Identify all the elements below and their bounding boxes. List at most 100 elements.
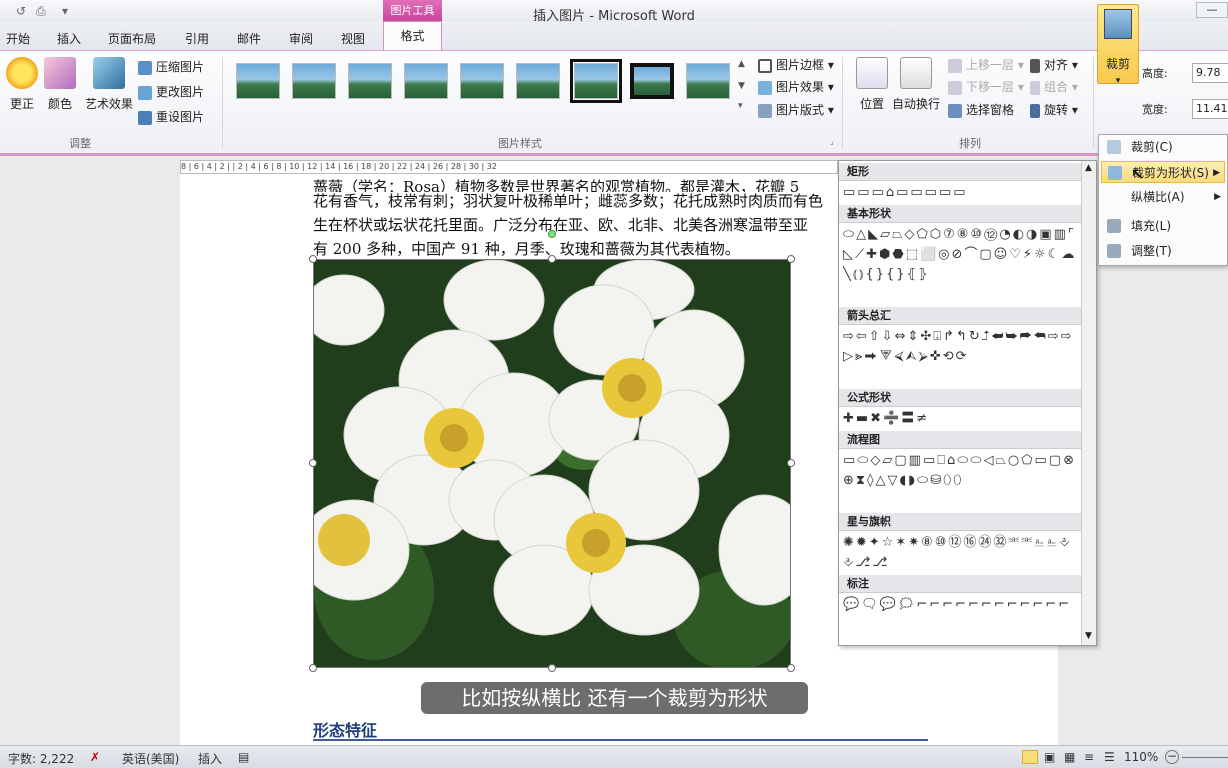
height-input[interactable]: 9.78 [1192, 63, 1228, 83]
macro-icon[interactable]: ▤ [238, 750, 249, 764]
color-button[interactable]: 颜色 [38, 57, 82, 127]
picture-tools-context-tab: 图片工具 [383, 0, 442, 21]
language-indicator[interactable]: 英语(美国) [122, 750, 179, 767]
menu-item-crop-to-shape[interactable]: 裁剪为形状(S) ▶ [1101, 161, 1225, 183]
tab-insert[interactable]: 插入 [57, 30, 81, 47]
resize-handle-br[interactable] [787, 664, 795, 672]
resize-handle-bl[interactable] [309, 664, 317, 672]
gallery-scrollbar[interactable]: ▲ ▼ [1081, 161, 1096, 645]
gallery-scroll-up-icon[interactable]: ▲ [738, 59, 745, 69]
resize-handle-t[interactable] [548, 255, 556, 263]
category-block-arrows: 箭头总汇 [839, 307, 1082, 325]
flowchart-shapes[interactable]: ▭⬭◇▱▢▥▭⎕⌂⬭⬭◁⏢○⬠▭▢⊗⊕⧗◊△▽◖◗⬭⛁⬯⬯ [843, 451, 1083, 511]
group-label-arrange: 排列 [959, 137, 981, 150]
tab-mailings[interactable]: 邮件 [237, 30, 261, 47]
print-layout-view-icon[interactable] [1022, 750, 1038, 764]
body-line-4[interactable]: 有 200 多种，中国产 91 种，月季、玫瑰和蔷薇为其代表植物。 [313, 238, 837, 259]
section-heading[interactable]: 形态特征 [313, 717, 377, 741]
picture-style-1[interactable] [236, 63, 280, 99]
scroll-down-icon[interactable]: ▼ [1085, 631, 1092, 641]
crop-dropdown-menu: 裁剪(C) 裁剪为形状(S) ▶ 纵横比(A) ▶ 填充(L) 调整(T) [1098, 134, 1228, 266]
picture-style-8[interactable] [630, 63, 674, 99]
callout-shapes[interactable]: 💬🗨💬🗯⌐⌐⌐⌐⌐⌐⌐⌐⌐⌐⌐⌐ [843, 595, 1083, 635]
bring-forward-button[interactable]: 上移一层 ▾ [948, 55, 1024, 75]
color-icon [44, 57, 76, 89]
picture-style-7[interactable] [570, 59, 622, 103]
star-banner-shapes[interactable]: ✺✹✦☆✶✷⑧⑩⑫⑯㉔㉜⎃⎃⎁⎁⎀⎀⎇⎇ [843, 533, 1083, 573]
picture-style-4[interactable] [404, 63, 448, 99]
proofing-icon[interactable]: ✗ [90, 750, 100, 764]
change-picture-icon [138, 85, 152, 100]
tab-page-layout[interactable]: 页面布局 [108, 30, 156, 47]
category-equation-shapes: 公式形状 [839, 389, 1082, 407]
menu-item-crop[interactable]: 裁剪(C) [1101, 136, 1225, 158]
tab-references[interactable]: 引用 [185, 30, 209, 47]
equation-shapes[interactable]: ✚▬✖➗〓≠ [843, 409, 1083, 429]
picture-style-2[interactable] [292, 63, 336, 99]
picture-layout-button[interactable]: 图片版式 ▾ [758, 100, 834, 120]
picture-style-6[interactable] [516, 63, 560, 99]
zoom-level[interactable]: 110% [1124, 750, 1158, 764]
change-picture-button[interactable]: 更改图片 [138, 82, 204, 102]
fit-icon [1107, 244, 1121, 258]
basic-shapes[interactable]: ⬭△◣▱⏢◇⬠⬡⑦⑧⑩⑫◔◐◑▣▥⌜◺⟋✚⬢⬣⬚⬜◎⊘⌒▢☺♡⚡☼☾☁╲⦅⦆{}… [843, 225, 1083, 305]
rotate-handle[interactable] [548, 230, 556, 238]
resize-handle-r[interactable] [787, 459, 795, 467]
dialog-launcher-icon[interactable]: ⌟ [830, 137, 834, 146]
align-button[interactable]: 对齐 ▾ [1030, 55, 1078, 75]
status-bar: 字数: 2,222 ✗ 英语(美国) 插入 ▤ ▣ ▦ ≡ ☰ 110% − [0, 745, 1228, 768]
crop-button[interactable]: 裁剪 ▾ [1097, 4, 1139, 86]
picture-style-5[interactable] [460, 63, 504, 99]
picture-effects-button[interactable]: 图片效果 ▾ [758, 77, 834, 97]
send-backward-button[interactable]: 下移一层 ▾ [948, 77, 1024, 97]
outline-view-icon[interactable]: ≡ [1084, 750, 1094, 764]
reset-picture-button[interactable]: 重设图片 [138, 107, 204, 127]
tab-home[interactable]: 开始 [6, 30, 30, 47]
group-button[interactable]: 组合 ▾ [1030, 77, 1078, 97]
resize-handle-tl[interactable] [309, 255, 317, 263]
draft-view-icon[interactable]: ☰ [1104, 750, 1115, 764]
tab-view[interactable]: 视图 [341, 30, 365, 47]
width-input[interactable]: 11.41 [1192, 99, 1228, 119]
resize-handle-b[interactable] [548, 664, 556, 672]
artistic-icon [93, 57, 125, 89]
rose-picture[interactable] [313, 259, 791, 668]
tab-review[interactable]: 审阅 [289, 30, 313, 47]
rectangle-shapes[interactable]: ▭▭▭⌂▭▭▭▭▭ [843, 183, 1083, 203]
selection-pane-button[interactable]: 选择窗格 [948, 100, 1014, 120]
minimize-button[interactable]: — [1196, 2, 1228, 18]
separator [1093, 57, 1094, 149]
insert-mode-indicator[interactable]: 插入 [198, 750, 222, 767]
body-line-3[interactable]: 生在杯状或坛状花托里面。广泛分布在亚、欧、北非、北美各洲寒温带至亚 [313, 214, 837, 235]
web-layout-view-icon[interactable]: ▦ [1064, 750, 1075, 764]
block-arrow-shapes[interactable]: ⇨⇦⇧⇩⇔⇕✣⍗↱↰↻⮥⮨⮩⮫⮪⇨⇨▷⪢⮕⮗⮘⮙⮚✜⟲⟳ [843, 327, 1083, 387]
zoom-out-button[interactable]: − [1165, 750, 1179, 764]
scroll-up-icon[interactable]: ▲ [1085, 163, 1092, 173]
wrap-text-button[interactable]: 自动换行 [890, 57, 942, 127]
gallery-more-icon[interactable]: ▾ [738, 101, 743, 111]
tab-format[interactable]: 格式 [383, 21, 442, 51]
wrap-text-icon [900, 57, 932, 89]
compress-pictures-button[interactable]: 压缩图片 [138, 57, 204, 77]
width-label: 宽度: [1142, 103, 1168, 116]
picture-border-button[interactable]: 图片边框 ▾ [758, 55, 834, 75]
zoom-slider[interactable] [1182, 757, 1228, 758]
position-button[interactable]: 位置 [850, 57, 894, 127]
resize-handle-tr[interactable] [787, 255, 795, 263]
menu-item-fill[interactable]: 填充(L) [1101, 215, 1225, 237]
gallery-scroll-down-icon[interactable]: ▼ [738, 81, 745, 91]
horizontal-ruler[interactable]: 8 | 6 | 4 | 2 | | 2 | 4 | 6 | 8 | 10 | 1… [180, 160, 838, 174]
picture-style-3[interactable] [348, 63, 392, 99]
artistic-effects-button[interactable]: 艺术效果 [84, 57, 134, 127]
word-count[interactable]: 字数: 2,222 [8, 750, 74, 767]
group-label-adjust: 调整 [69, 137, 91, 150]
resize-handle-l[interactable] [309, 459, 317, 467]
body-line-2[interactable]: 花有香气，枝常有刺；羽状复叶极稀单叶；雌蕊多数；花托成熟时肉质而有色 [313, 190, 837, 211]
picture-style-9[interactable] [686, 63, 730, 99]
rotate-button[interactable]: 旋转 ▾ [1030, 100, 1078, 120]
fill-icon [1107, 219, 1121, 233]
fullscreen-view-icon[interactable]: ▣ [1044, 750, 1055, 764]
menu-item-fit[interactable]: 调整(T) [1101, 240, 1225, 262]
menu-item-aspect-ratio[interactable]: 纵横比(A) ▶ [1101, 186, 1225, 208]
reset-icon [138, 110, 152, 125]
